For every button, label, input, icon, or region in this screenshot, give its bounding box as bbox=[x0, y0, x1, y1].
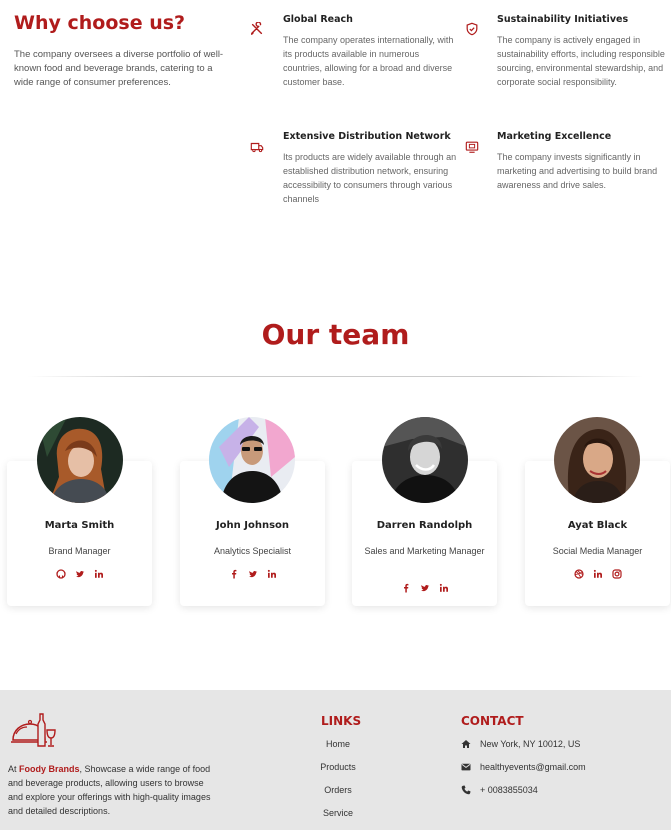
why-choose-us-description: The company oversees a diverse portfolio… bbox=[14, 49, 224, 88]
envelope-icon bbox=[461, 763, 471, 771]
avatar-ayat-black bbox=[554, 417, 640, 503]
linkedin-icon[interactable] bbox=[267, 569, 277, 579]
feature-text: The company is actively engaged in susta… bbox=[497, 35, 665, 87]
footer-brand-name: Foody Brands bbox=[19, 764, 80, 774]
member-role: Social Media Manager bbox=[552, 546, 643, 556]
footer-link-products[interactable]: Products bbox=[308, 762, 368, 772]
twitter-icon[interactable] bbox=[420, 583, 430, 593]
social-links bbox=[525, 569, 670, 579]
member-role: Brand Manager bbox=[48, 546, 111, 556]
feature-title: Sustainability Initiatives bbox=[497, 14, 629, 25]
phone-icon bbox=[461, 785, 471, 795]
feature-title: Global Reach bbox=[283, 14, 353, 25]
truck-icon bbox=[250, 142, 264, 153]
monitor-icon bbox=[465, 141, 479, 153]
member-name: John Johnson bbox=[215, 520, 290, 531]
feature-text: The company invests significantly in mar… bbox=[497, 152, 658, 190]
member-name: Darren Randolph bbox=[376, 520, 473, 531]
feature-title: Marketing Excellence bbox=[497, 131, 612, 142]
footer-description: At Foody Brands, Showcase a wide range o… bbox=[8, 762, 213, 818]
avatar-john-johnson bbox=[209, 417, 295, 503]
member-role: Analytics Specialist bbox=[213, 546, 292, 556]
contact-email-text[interactable]: healthyevents@gmail.com bbox=[480, 762, 586, 772]
avatar-marta-smith bbox=[37, 417, 123, 503]
tools-icon bbox=[251, 22, 263, 35]
feature-sustainability: Sustainability Initiatives The company i… bbox=[466, 14, 671, 89]
contact-phone-text[interactable]: + 0083855034 bbox=[480, 785, 538, 795]
feature-global-reach: Global Reach The company operates intern… bbox=[251, 14, 458, 89]
footer-links-heading: LINKS bbox=[321, 714, 362, 728]
feature-text: The company operates internationally, wi… bbox=[283, 35, 454, 87]
facebook-icon[interactable] bbox=[229, 569, 239, 579]
food-brand-logo-icon bbox=[11, 713, 56, 747]
feature-marketing: Marketing Excellence The company invests… bbox=[465, 131, 671, 192]
why-choose-us-heading: Why choose us? bbox=[14, 12, 186, 34]
social-links bbox=[352, 583, 497, 593]
contact-email: healthyevents@gmail.com bbox=[461, 762, 586, 772]
footer-link-orders[interactable]: Orders bbox=[308, 785, 368, 795]
site-footer: At Foody Brands, Showcase a wide range o… bbox=[0, 690, 671, 830]
social-links bbox=[7, 569, 152, 579]
contact-phone: + 0083855034 bbox=[461, 785, 538, 795]
dribbble-icon[interactable] bbox=[573, 569, 584, 579]
feature-text: Its products are widely available throug… bbox=[283, 152, 457, 204]
instagram-icon[interactable] bbox=[611, 569, 622, 579]
avatar-darren-randolph bbox=[382, 417, 468, 503]
member-role: Sales and Marketing Manager bbox=[364, 546, 485, 556]
linkedin-icon[interactable] bbox=[439, 583, 449, 593]
feature-title: Extensive Distribution Network bbox=[283, 131, 451, 142]
footer-contact-heading: CONTACT bbox=[461, 714, 524, 728]
facebook-icon[interactable] bbox=[401, 583, 411, 593]
section-divider bbox=[28, 376, 643, 377]
github-icon[interactable] bbox=[55, 569, 66, 579]
linkedin-icon[interactable] bbox=[593, 569, 603, 579]
feature-distribution: Extensive Distribution Network Its produ… bbox=[250, 131, 458, 206]
shield-check-icon bbox=[466, 22, 478, 36]
contact-address: New York, NY 10012, US bbox=[461, 739, 580, 749]
footer-link-service[interactable]: Service bbox=[308, 808, 368, 818]
home-icon bbox=[461, 740, 471, 748]
footer-link-home[interactable]: Home bbox=[308, 739, 368, 749]
footer-description-prefix: At bbox=[8, 764, 20, 774]
member-name: Ayat Black bbox=[567, 520, 628, 531]
linkedin-icon[interactable] bbox=[94, 569, 104, 579]
member-name: Marta Smith bbox=[44, 520, 115, 531]
twitter-icon[interactable] bbox=[248, 569, 258, 579]
social-links bbox=[180, 569, 325, 579]
our-team-heading: Our team bbox=[261, 318, 410, 351]
contact-address-text: New York, NY 10012, US bbox=[480, 739, 581, 749]
twitter-icon[interactable] bbox=[75, 569, 85, 579]
